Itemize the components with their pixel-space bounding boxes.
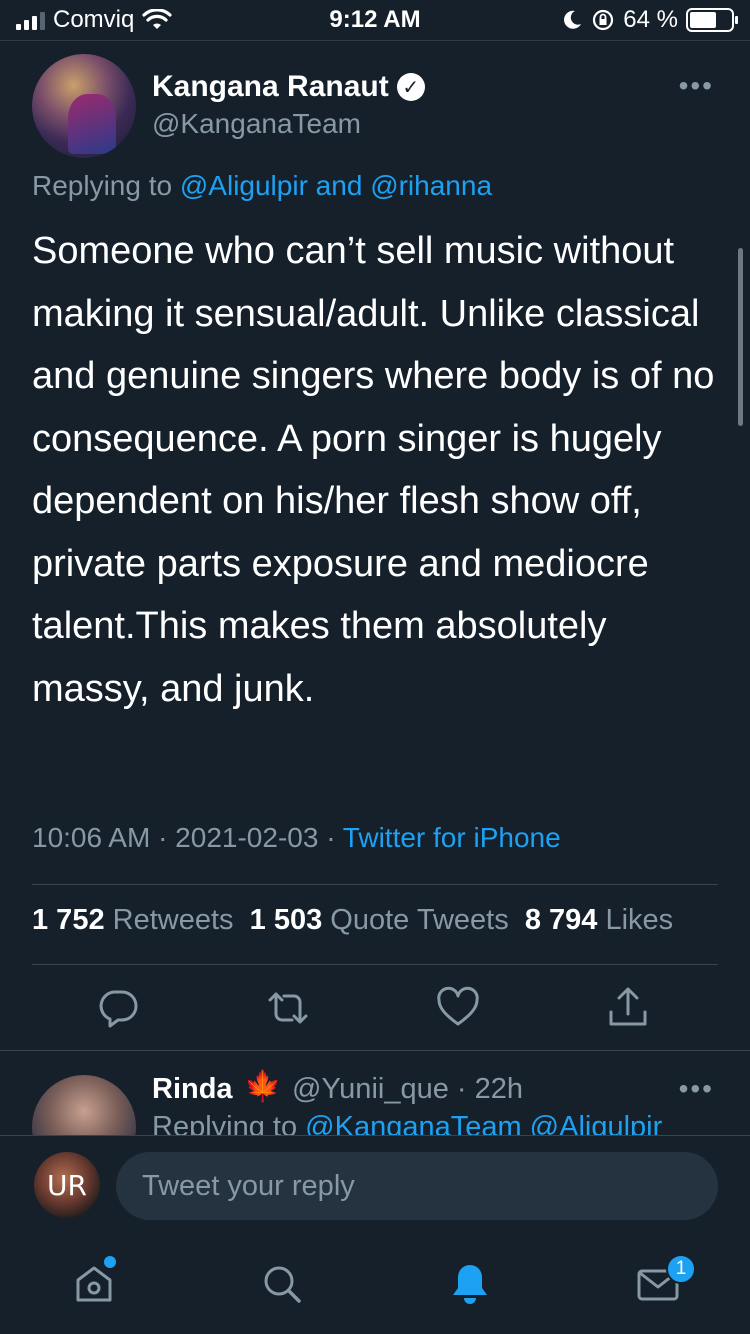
author-name-row[interactable]: Kangana Ranaut ✓ <box>152 70 425 104</box>
status-right: 64 % <box>561 6 738 34</box>
likes-count: 8 794 <box>524 904 598 936</box>
author-name[interactable]: Kangana Ranaut <box>152 70 389 104</box>
replying-and[interactable]: and <box>308 170 370 201</box>
search-icon[interactable] <box>258 1260 306 1308</box>
replying-to: Replying to @Aligulpir and @rihanna <box>32 170 492 202</box>
reply-replying-prefix: Replying to <box>152 1111 306 1135</box>
quotes-stat[interactable]: 1 503 Quote Tweets <box>250 904 509 936</box>
verified-icon: ✓ <box>396 73 425 101</box>
retweet-icon[interactable] <box>264 984 312 1032</box>
tweet-source-link[interactable]: Twitter for iPhone <box>343 822 561 853</box>
share-icon[interactable] <box>604 984 652 1032</box>
replying-prefix: Replying to <box>32 170 180 201</box>
divider <box>0 1135 750 1136</box>
battery-icon <box>686 8 738 32</box>
moon-icon <box>564 10 582 29</box>
tweet-timestamp: 10:06 AM · 2021-02-03 · <box>32 822 343 853</box>
reply-handle-time[interactable]: @Yunii_que · 22h <box>292 1073 523 1106</box>
like-icon[interactable] <box>434 984 482 1032</box>
tweet-actions <box>0 984 750 1034</box>
bottom-tab-bar <box>0 1240 750 1334</box>
battery-percent: 64 % <box>623 6 678 33</box>
retweets-count: 1 752 <box>32 904 105 936</box>
tweet-text: Someone who can’t sell music without mak… <box>32 230 715 710</box>
mention-link[interactable]: @KanganaTeam @Aligulpir <box>305 1111 662 1135</box>
battery-fill <box>690 12 716 28</box>
likes-stat[interactable]: 8 794 Likes <box>525 904 673 936</box>
quotes-count: 1 503 <box>249 904 323 936</box>
divider <box>0 40 750 41</box>
tweet-stats: 1 752 Retweets 1 503 Quote Tweets 8 794 … <box>32 904 673 937</box>
retweets-label: Retweets <box>104 904 234 936</box>
divider <box>32 884 718 885</box>
more-options-icon[interactable]: ••• <box>679 70 714 102</box>
reply-icon[interactable] <box>94 984 142 1032</box>
scrollbar[interactable] <box>738 248 743 426</box>
rotation-lock-icon <box>593 9 614 31</box>
retweets-stat[interactable]: 1 752 Retweets <box>32 904 234 936</box>
reply-tweet[interactable]: Rinda 🍁 @Yunii_que · 22h ••• Replying to… <box>0 1051 750 1135</box>
quotes-label: Quote Tweets <box>322 904 509 936</box>
likes-label: Likes <box>597 904 674 936</box>
home-new-dot <box>104 1256 116 1268</box>
reply-replying-to: Replying to @KanganaTeam @Aligulpir <box>152 1111 662 1135</box>
mention-link[interactable]: @Aligulpir <box>180 170 308 201</box>
reply-avatar[interactable] <box>32 1075 136 1135</box>
maple-leaf-icon: 🍁 <box>244 1070 282 1103</box>
reply-input[interactable]: Tweet your reply <box>116 1152 718 1220</box>
notifications-icon[interactable] <box>446 1260 494 1308</box>
mention-link[interactable]: @rihanna <box>370 170 492 201</box>
reply-author-name[interactable]: Rinda <box>152 1073 233 1106</box>
author-handle[interactable]: @KanganaTeam <box>152 108 361 140</box>
divider <box>32 964 718 965</box>
author-avatar[interactable] <box>32 54 136 158</box>
reply-more-options-icon[interactable]: ••• <box>679 1073 714 1105</box>
my-avatar[interactable]: UR <box>34 1152 100 1218</box>
messages-badge: 1 <box>666 1254 696 1284</box>
status-bar: Comviq 9:12 AM 64 % <box>0 0 750 40</box>
tweet-meta: 10:06 AM · 2021-02-03 · Twitter for iPho… <box>32 822 561 854</box>
